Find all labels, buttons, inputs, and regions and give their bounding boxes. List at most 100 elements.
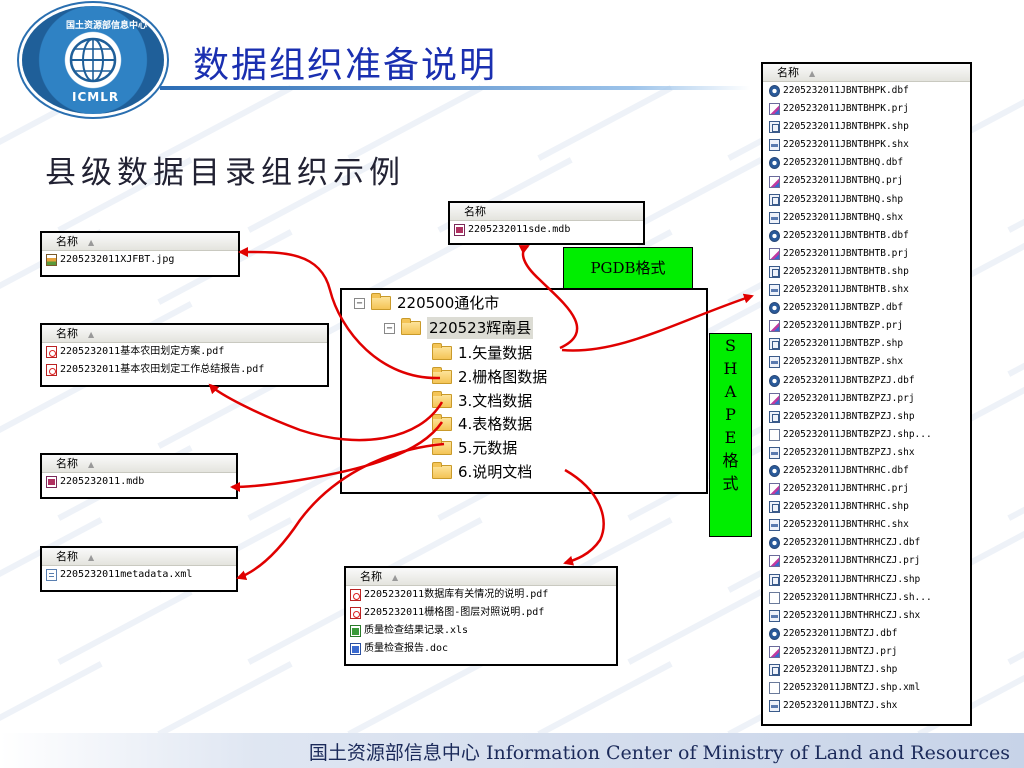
column-header-name[interactable]: 名称 ▲ bbox=[42, 233, 238, 251]
file-name: 2205232011JBNTBZP.shp bbox=[783, 338, 904, 350]
file-row[interactable]: 2205232011JBNTHRHCZJ.sh... bbox=[763, 589, 970, 607]
file-row[interactable]: 2205232011基本农田划定方案.pdf bbox=[42, 343, 327, 361]
file-row[interactable]: 2205232011XJFBT.jpg bbox=[42, 251, 238, 269]
file-row[interactable]: 2205232011基本农田划定工作总结报告.pdf bbox=[42, 361, 327, 379]
file-name: 2205232011JBNTBZPZJ.shp bbox=[783, 410, 915, 422]
file-row[interactable]: 2205232011JBNTHRHC.prj bbox=[763, 480, 970, 498]
shape-label-char: P bbox=[725, 405, 736, 424]
tree-node-root[interactable]: − 220500通化市 bbox=[354, 292, 499, 314]
file-row[interactable]: 2205232011JBNTBHPK.prj bbox=[763, 100, 970, 118]
file-row[interactable]: 2205232011JBNTBZPZJ.shp... bbox=[763, 426, 970, 444]
file-row[interactable]: 2205232011栅格图-图层对照说明.pdf bbox=[346, 604, 616, 622]
shape-label-char: 式 bbox=[722, 474, 739, 493]
tree-folder-item[interactable]: 1.矢量数据 bbox=[432, 342, 532, 364]
file-name: 2205232011JBNTBHPK.dbf bbox=[783, 85, 909, 96]
file-name: 2205232011JBNTZJ.prj bbox=[783, 645, 898, 657]
file-name: 2205232011JBNTBHQ.prj bbox=[783, 175, 904, 187]
pdf-file-icon bbox=[46, 364, 57, 376]
collapse-icon[interactable]: − bbox=[354, 297, 365, 309]
file-row[interactable]: 质量检查结果记录.xls bbox=[346, 622, 616, 640]
tree-folder-label: 5.元数据 bbox=[458, 439, 518, 458]
file-row[interactable]: 2205232011JBNTZJ.prj bbox=[763, 643, 970, 661]
file-row[interactable]: 2205232011JBNTHRHCZJ.prj bbox=[763, 552, 970, 570]
tree-folder-item[interactable]: 4.表格数据 bbox=[432, 413, 532, 435]
file-row[interactable]: 2205232011JBNTBZP.dbf bbox=[763, 299, 970, 317]
file-row[interactable]: 2205232011JBNTZJ.shx bbox=[763, 697, 970, 715]
prj-file-icon bbox=[769, 175, 780, 188]
folder-open-icon bbox=[371, 293, 391, 310]
file-row[interactable]: 2205232011JBNTBHQ.prj bbox=[763, 172, 970, 190]
file-row[interactable]: 2205232011JBNTZJ.shp.xml bbox=[763, 679, 970, 697]
folder-icon bbox=[432, 343, 452, 360]
file-row[interactable]: 2205232011JBNTBHQ.dbf bbox=[763, 154, 970, 172]
file-row[interactable]: 2205232011JBNTBHTB.shx bbox=[763, 281, 970, 299]
dbf-file-icon bbox=[769, 627, 780, 640]
column-header-name[interactable]: 名称 ▲ bbox=[42, 325, 327, 343]
file-row[interactable]: 2205232011JBNTHRHCZJ.dbf bbox=[763, 534, 970, 552]
column-header-name[interactable]: 名称 ▲ bbox=[346, 568, 616, 586]
file-row[interactable]: 2205232011JBNTHRHC.shx bbox=[763, 516, 970, 534]
file-row[interactable]: 2205232011JBNTHRHCZJ.shp bbox=[763, 571, 970, 589]
file-row[interactable]: 2205232011JBNTBHQ.shp bbox=[763, 191, 970, 209]
mdb-file-icon bbox=[46, 476, 57, 488]
pgdb-format-label: PGDB格式 bbox=[563, 247, 693, 289]
tree-folder-item[interactable]: 5.元数据 bbox=[432, 437, 517, 459]
file-row[interactable]: 2205232011metadata.xml bbox=[42, 566, 236, 584]
file-row[interactable]: 2205232011JBNTBHTB.shp bbox=[763, 263, 970, 281]
shx-file-icon bbox=[769, 700, 780, 713]
file-name: 2205232011JBNTZJ.shp.xml bbox=[783, 682, 921, 694]
file-row[interactable]: 2205232011JBNTBZP.prj bbox=[763, 317, 970, 335]
file-row[interactable]: 2205232011数据库有关情况的说明.pdf bbox=[346, 586, 616, 604]
collapse-icon[interactable]: − bbox=[384, 322, 395, 334]
file-row[interactable]: 2205232011JBNTBHTB.dbf bbox=[763, 227, 970, 245]
file-row[interactable]: 2205232011JBNTHRHC.dbf bbox=[763, 462, 970, 480]
page-subtitle: 县级数据目录组织示例 bbox=[45, 155, 405, 191]
file-name: 2205232011基本农田划定工作总结报告.pdf bbox=[60, 364, 265, 375]
file-row[interactable]: 2205232011JBNTZJ.dbf bbox=[763, 625, 970, 643]
file-row[interactable]: 2205232011JBNTHRHCZJ.shx bbox=[763, 607, 970, 625]
watermark-stripe bbox=[537, 661, 673, 737]
tree-folder-item[interactable]: 3.文档数据 bbox=[432, 390, 532, 412]
file-row[interactable]: 质量检查报告.doc bbox=[346, 640, 616, 658]
file-name: 2205232011metadata.xml bbox=[60, 569, 193, 580]
file-row[interactable]: 2205232011JBNTBHPK.shx bbox=[763, 136, 970, 154]
file-name: 2205232011JBNTHRHC.dbf bbox=[783, 464, 909, 476]
file-row[interactable]: 2205232011JBNTBZP.shx bbox=[763, 353, 970, 371]
file-row[interactable]: 2205232011JBNTBHQ.shx bbox=[763, 209, 970, 227]
prj-file-icon bbox=[769, 247, 780, 260]
file-name: 质量检查结果记录.xls bbox=[364, 625, 469, 636]
file-row[interactable]: 2205232011JBNTBZP.shp bbox=[763, 335, 970, 353]
file-row[interactable]: 2205232011JBNTBHPK.shp bbox=[763, 118, 970, 136]
file-row[interactable]: 2205232011JBNTHRHC.shp bbox=[763, 498, 970, 516]
pdf-file-icon bbox=[350, 607, 361, 619]
dbf-file-icon bbox=[769, 302, 780, 315]
column-header-name[interactable]: 名称 bbox=[450, 203, 643, 221]
tree-folder-item[interactable]: 2.栅格图数据 bbox=[432, 366, 547, 388]
column-header-name[interactable]: 名称 ▲ bbox=[42, 548, 236, 566]
file-row[interactable]: 2205232011JBNTBZPZJ.shx bbox=[763, 444, 970, 462]
file-row[interactable]: 2205232011.mdb bbox=[42, 473, 236, 491]
file-name: 2205232011JBNTBHQ.shx bbox=[783, 211, 904, 223]
shx-file-icon bbox=[769, 284, 780, 297]
file-row[interactable]: 2205232011JBNTBHPK.dbf bbox=[763, 82, 970, 100]
tree-node-county[interactable]: − 220523辉南县 bbox=[384, 317, 534, 339]
shp-file-icon bbox=[769, 573, 780, 586]
column-header-name[interactable]: 名称 ▲ bbox=[763, 64, 970, 82]
column-header-name[interactable]: 名称 ▲ bbox=[42, 455, 236, 473]
watermark-stripe bbox=[0, 661, 103, 737]
file-row[interactable]: 2205232011JBNTBZPZJ.shp bbox=[763, 408, 970, 426]
watermark-stripe bbox=[537, 85, 673, 161]
globe-icon bbox=[69, 37, 117, 83]
file-row[interactable]: 2205232011JBNTBHTB.prj bbox=[763, 245, 970, 263]
file-name: 2205232011JBNTBHTB.dbf bbox=[783, 229, 909, 241]
file-name: 2205232011JBNTHRHCZJ.prj bbox=[783, 555, 921, 567]
tree-folder-item[interactable]: 6.说明文档 bbox=[432, 461, 532, 483]
sde-panel: 名称 2205232011sde.mdb bbox=[448, 201, 645, 245]
file-row[interactable]: 2205232011JBNTBZPZJ.prj bbox=[763, 390, 970, 408]
dbf-file-icon bbox=[769, 374, 780, 387]
file-name: 2205232011JBNTBZPZJ.shx bbox=[783, 446, 915, 458]
file-row[interactable]: 2205232011JBNTBZPZJ.dbf bbox=[763, 372, 970, 390]
file-row[interactable]: 2205232011sde.mdb bbox=[450, 221, 643, 239]
folder-icon bbox=[432, 462, 452, 479]
file-row[interactable]: 2205232011JBNTZJ.shp bbox=[763, 661, 970, 679]
